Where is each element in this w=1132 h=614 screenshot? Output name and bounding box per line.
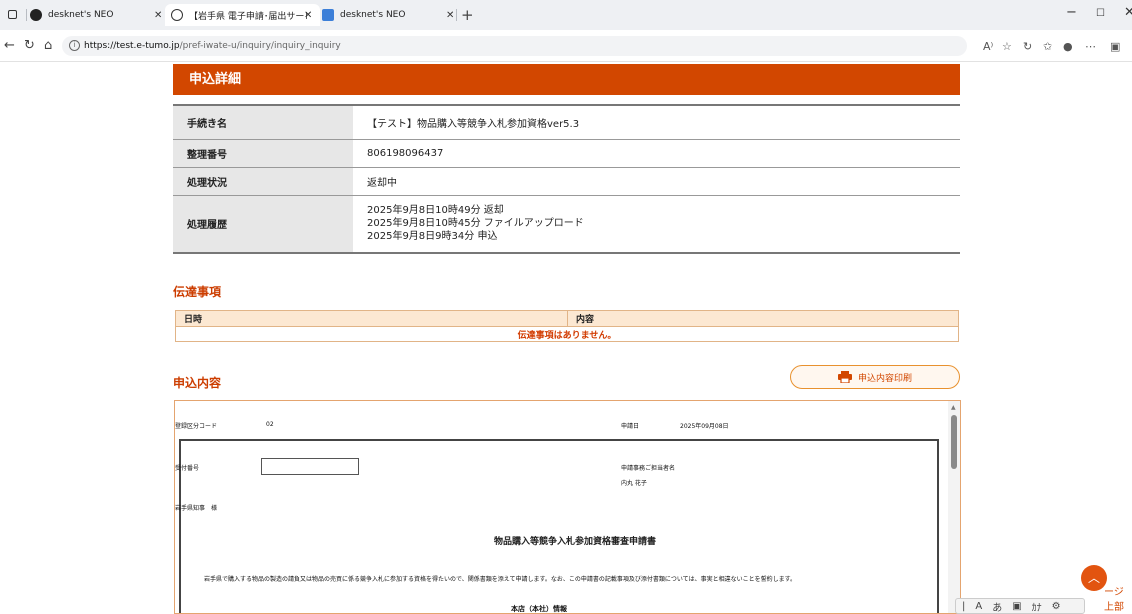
sidebar-icon[interactable]: ▣: [1110, 40, 1120, 53]
tab-actions-icon[interactable]: [8, 10, 17, 19]
refresh-icon[interactable]: ↻: [24, 38, 35, 53]
close-tab-icon[interactable]: ✕: [446, 10, 454, 21]
speech-icon[interactable]: ▣: [1012, 601, 1021, 612]
notice-section-title: 伝達事項: [173, 285, 222, 299]
close-tab-icon[interactable]: ✕: [304, 10, 312, 21]
printer-icon: [837, 371, 852, 384]
document-scrollbar[interactable]: ▲: [948, 401, 960, 613]
print-content-button[interactable]: 申込内容印刷: [790, 365, 960, 389]
maximize-button[interactable]: ☐: [1096, 8, 1105, 19]
profile-avatar-icon[interactable]: ●: [1063, 40, 1073, 53]
document-title: 物品購入等競争入札参加資格審査申請書: [494, 537, 657, 547]
procedure-name-value: 【テスト】物品購入等競争入札参加資格ver5.3: [353, 104, 960, 140]
governor-addressee: 岩手県知事 様: [175, 505, 218, 512]
desknets-favicon-icon: [30, 9, 42, 21]
content-section-title: 申込内容: [173, 376, 222, 390]
notice-empty-message: 伝達事項はありません。: [175, 326, 959, 342]
url-path: /pref-iwate-u/inquiry/inquiry_inquiry: [179, 41, 341, 51]
tab-iwate[interactable]: 【岩手県 電子申請･届出サービス (ﾃ ✕: [165, 4, 320, 26]
address-bar-row: ← ↻ ⌂ i https://test.e-tumo.jp/pref-iwat…: [0, 30, 1132, 62]
table-row: 処理状況 返却中: [173, 166, 960, 196]
tab-separator: [26, 9, 27, 21]
status-label: 処理状況: [173, 166, 353, 196]
tab-title: desknet's NEO: [340, 10, 406, 20]
favorite-star-icon[interactable]: ☆: [1002, 40, 1012, 53]
translate-icon[interactable]: あ: [992, 599, 1002, 614]
refresh-extension-icon[interactable]: ↻: [1023, 40, 1032, 53]
status-value: 返却中: [353, 166, 960, 196]
history-entry: 2025年9月8日10時49分 返却: [367, 205, 504, 217]
desknets-favicon-icon: [322, 9, 334, 21]
scrollbar-thumb[interactable]: [951, 415, 957, 469]
collections-icon[interactable]: ✩: [1043, 40, 1052, 53]
receipt-number-field[interactable]: [261, 458, 359, 475]
table-row: 日時 内容: [175, 310, 959, 327]
url-host: https://test.e-tumo.jp: [84, 41, 180, 51]
read-aloud-icon[interactable]: A⁾: [983, 40, 993, 53]
history-entry: 2025年9月8日10時45分 ファイルアップロード: [367, 218, 584, 230]
text-size-icon[interactable]: A: [975, 601, 982, 612]
document-body-text: 岩手県で購入する物品の製造の請負又は物品の売買に係る競争入札に参加する資格を得た…: [204, 576, 796, 583]
registration-code-value: 02: [266, 421, 274, 428]
close-window-button[interactable]: ✕: [1124, 5, 1132, 20]
history-value: 2025年9月8日10時49分 返却 2025年9月8日10時45分 ファイルア…: [353, 194, 960, 254]
settings-gear-icon[interactable]: ⚙: [1052, 601, 1061, 612]
tab-desknets-1[interactable]: desknet's NEO ✕: [30, 4, 175, 26]
back-icon[interactable]: ←: [4, 38, 15, 53]
cursor-icon[interactable]: |: [962, 601, 965, 612]
site-info-icon[interactable]: i: [69, 40, 80, 51]
history-entry: 2025年9月8日9時34分 申込: [367, 231, 498, 243]
minimize-button[interactable]: −: [1066, 5, 1077, 20]
scroll-up-icon[interactable]: ▲: [951, 404, 956, 411]
application-date-value: 2025年09月08日: [680, 423, 729, 430]
receipt-number-label: 受付番号: [175, 465, 200, 472]
tab-title: 【岩手県 電子申請･届出サービス (ﾃ: [189, 11, 307, 22]
notice-table: 日時 内容 伝達事項はありません。: [175, 310, 959, 342]
page-top-label[interactable]: ージ上部へ: [1104, 583, 1132, 614]
application-info-table: 手続き名 【テスト】物品購入等競争入札参加資格ver5.3 整理番号 80619…: [173, 104, 960, 254]
floating-toolbar: | A あ ▣ ｶﾅ ⚙: [955, 598, 1085, 614]
tab-title: desknet's NEO: [48, 10, 114, 20]
application-date-label: 申請日: [621, 423, 640, 430]
head-office-section-title: 本店（本社）情報: [511, 605, 567, 613]
url-input[interactable]: i https://test.e-tumo.jp/pref-iwate-u/in…: [62, 36, 967, 56]
reference-number-label: 整理番号: [173, 138, 353, 168]
new-tab-button[interactable]: +: [461, 6, 474, 24]
home-icon[interactable]: ⌂: [44, 38, 52, 53]
browser-tab-bar: desknet's NEO ✕ 【岩手県 電子申請･届出サービス (ﾃ ✕ de…: [0, 0, 1132, 30]
ruby-icon[interactable]: ｶﾅ: [1032, 599, 1042, 614]
registration-code-label: 登録区分コード: [175, 423, 218, 430]
table-row: 処理履歴 2025年9月8日10時49分 返却 2025年9月8日10時45分 …: [173, 194, 960, 254]
applicant-value: 内丸 花子: [621, 480, 647, 487]
globe-icon: [171, 9, 183, 21]
history-label: 処理履歴: [173, 194, 353, 254]
procedure-name-label: 手続き名: [173, 104, 353, 140]
more-menu-icon[interactable]: ⋯: [1085, 40, 1096, 53]
tab-desknets-2[interactable]: desknet's NEO ✕: [322, 4, 462, 26]
table-row: 伝達事項はありません。: [175, 326, 959, 342]
page-title: 申込詳細: [173, 64, 960, 95]
chevron-up-icon: ︿: [1087, 571, 1100, 585]
table-row: 手続き名 【テスト】物品購入等競争入札参加資格ver5.3: [173, 104, 960, 140]
close-tab-icon[interactable]: ✕: [154, 10, 162, 21]
document-preview-frame[interactable]: 登録区分コード 02 申請日 2025年09月08日 受付番号 申請事務ご担当者…: [174, 400, 961, 614]
table-row: 整理番号 806198096437: [173, 138, 960, 168]
notice-header-datetime: 日時: [175, 310, 568, 327]
print-button-label: 申込内容印刷: [857, 373, 912, 384]
applicant-label: 申請事務ご担当者名: [621, 465, 676, 472]
notice-header-content: 内容: [567, 310, 959, 327]
tab-separator: [456, 9, 457, 21]
reference-number-value: 806198096437: [353, 138, 960, 168]
